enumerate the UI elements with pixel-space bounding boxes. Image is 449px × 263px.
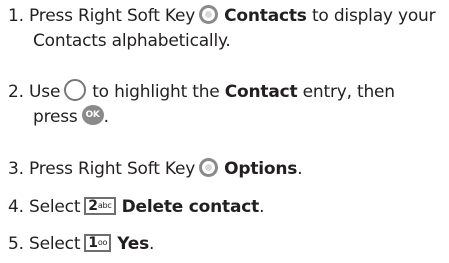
step-bold-text: Options [224,159,298,179]
step-text: . [149,234,155,254]
step-number: 4. [8,197,24,217]
step-text: . [259,197,265,217]
step-number: 3. [8,159,24,179]
step-text: Use [29,82,61,102]
step-number: 1. [8,6,24,26]
right-soft-key-icon [199,4,219,24]
ok-key-icon: OK [81,105,104,125]
step-bold-text: Delete contact [121,197,260,217]
step-text: to display your [311,6,436,26]
step-text: Press Right Soft Key [29,159,196,179]
step-bold-text: Yes [117,234,150,254]
key-2abc-icon: 2abc [84,197,116,215]
step-bold-text: Contact [224,82,298,102]
step-text: entry, then [302,82,395,102]
step-text: Select [29,197,81,217]
step-text: Press Right Soft Key [29,6,196,26]
step-text: to highlight the [92,82,220,102]
step-4: 4. Select 2abc Delete contact. [8,195,444,220]
navigation-key-icon [64,79,87,101]
step-bold-text: Contacts [224,6,307,26]
step-text: Select [29,234,81,254]
step-number: 5. [8,234,24,254]
step-continuation: press OK. [8,105,444,130]
step-number: 2. [8,82,24,102]
step-text: . [297,159,303,179]
step-continuation: Contacts alphabetically. [33,31,231,51]
step-5: 5. Select 1oo Yes. [8,232,444,257]
step-text: press [33,107,78,127]
step-2: 2. Use to highlight the Contact entry, th… [8,79,444,130]
right-soft-key-icon [199,157,219,177]
step-text: . [103,107,109,127]
step-3: 3. Press Right Soft Key Options. [8,157,444,182]
step-1: 1. Press Right Soft Key Contacts to displ… [8,4,444,54]
key-1-icon: 1oo [84,234,112,252]
